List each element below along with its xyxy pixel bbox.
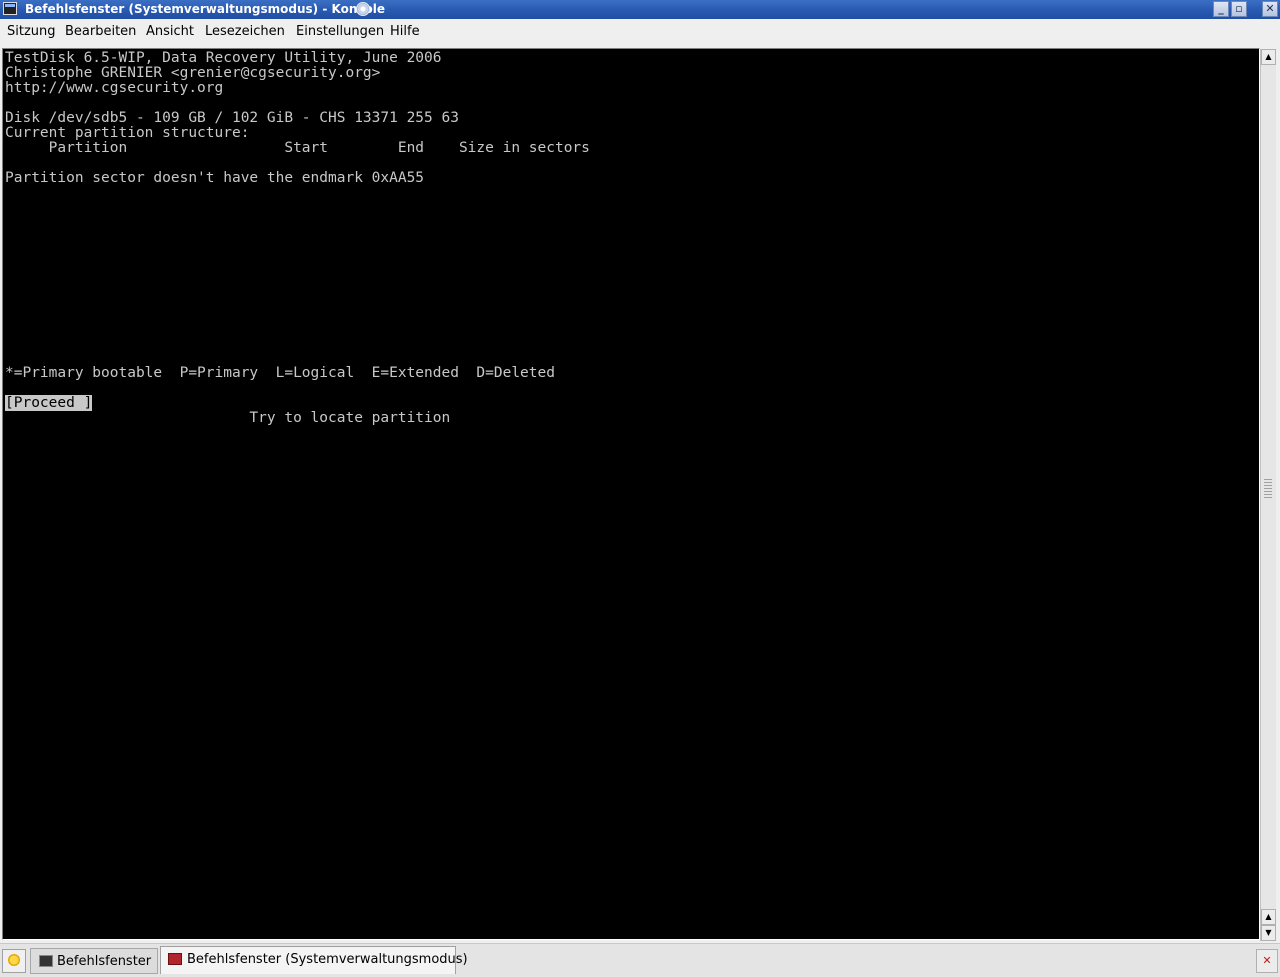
scrollbar-grip-icon[interactable] xyxy=(1264,479,1272,499)
session-tab-bar: Befehlsfenster Befehlsfenster (Systemver… xyxy=(0,943,1280,977)
new-session-button[interactable] xyxy=(2,949,26,973)
menu-bearbeiten[interactable]: Bearbeiten xyxy=(65,19,136,44)
maximize-button[interactable]: ▫ xyxy=(1231,1,1247,17)
terminal-line: TestDisk 6.5-WIP, Data Recovery Utility,… xyxy=(5,50,442,66)
tab-befehlsfenster[interactable]: Befehlsfenster xyxy=(30,948,158,974)
terminal-scrollbar[interactable]: ▲ ▲ ▼ xyxy=(1260,49,1276,941)
menu-hilfe[interactable]: Hilfe xyxy=(390,19,420,44)
tab-befehlsfenster-admin[interactable]: Befehlsfenster (Systemverwaltungsmodus) xyxy=(160,946,468,974)
minimize-button[interactable]: _ xyxy=(1213,1,1229,17)
menu-lesezeichen[interactable]: Lesezeichen xyxy=(205,19,285,44)
proceed-hint: Try to locate partition xyxy=(5,410,451,426)
terminal-tab-icon xyxy=(39,955,53,967)
partition-type-legend: *=Primary bootable P=Primary L=Logical E… xyxy=(5,365,555,381)
terminal-line: http://www.cgsecurity.org xyxy=(5,80,224,96)
menu-ansicht[interactable]: Ansicht xyxy=(146,19,194,44)
terminal-line: Christophe GRENIER <grenier@cgsecurity.o… xyxy=(5,65,381,81)
scroll-up-arrow-icon-lower[interactable]: ▲ xyxy=(1261,909,1276,925)
terminal-screen[interactable]: TestDisk 6.5-WIP, Data Recovery Utility,… xyxy=(3,50,1257,936)
title-bar[interactable]: Befehlsfenster (Systemverwaltungsmodus) … xyxy=(0,0,1280,19)
scroll-down-arrow-icon[interactable]: ▼ xyxy=(1261,925,1276,941)
terminal-line: Disk /dev/sdb5 - 109 GB / 102 GiB - CHS … xyxy=(5,110,459,126)
window-title: Befehlsfenster (Systemverwaltungsmodus) … xyxy=(25,2,386,16)
tab-label: Befehlsfenster xyxy=(57,954,152,969)
menu-einstellungen[interactable]: Einstellungen xyxy=(296,19,384,44)
menu-sitzung[interactable]: Sitzung xyxy=(7,19,56,44)
root-terminal-tab-icon xyxy=(168,953,182,965)
scroll-up-arrow-icon[interactable]: ▲ xyxy=(1261,49,1276,65)
proceed-button[interactable]: [Proceed ] xyxy=(5,395,93,411)
konsole-window: Befehlsfenster (Systemverwaltungsmodus) … xyxy=(0,0,1280,977)
sticky-pin-icon[interactable] xyxy=(356,2,370,16)
tab-label: Befehlsfenster (Systemverwaltungsmodus) xyxy=(187,952,468,967)
close-session-button[interactable]: ✕ xyxy=(1256,949,1278,973)
proceed-button-wrap: [Proceed ] xyxy=(5,395,93,411)
terminal-app-icon[interactable] xyxy=(3,2,17,15)
menu-bar: Sitzung Bearbeiten Ansicht Lesezeichen E… xyxy=(0,19,1280,44)
terminal-line: Current partition structure: xyxy=(5,125,250,141)
terminal-line: Partition Start End Size in sectors xyxy=(5,140,590,156)
close-window-button[interactable]: ✕ xyxy=(1262,1,1278,17)
terminal-line: Partition sector doesn't have the endmar… xyxy=(5,170,425,186)
